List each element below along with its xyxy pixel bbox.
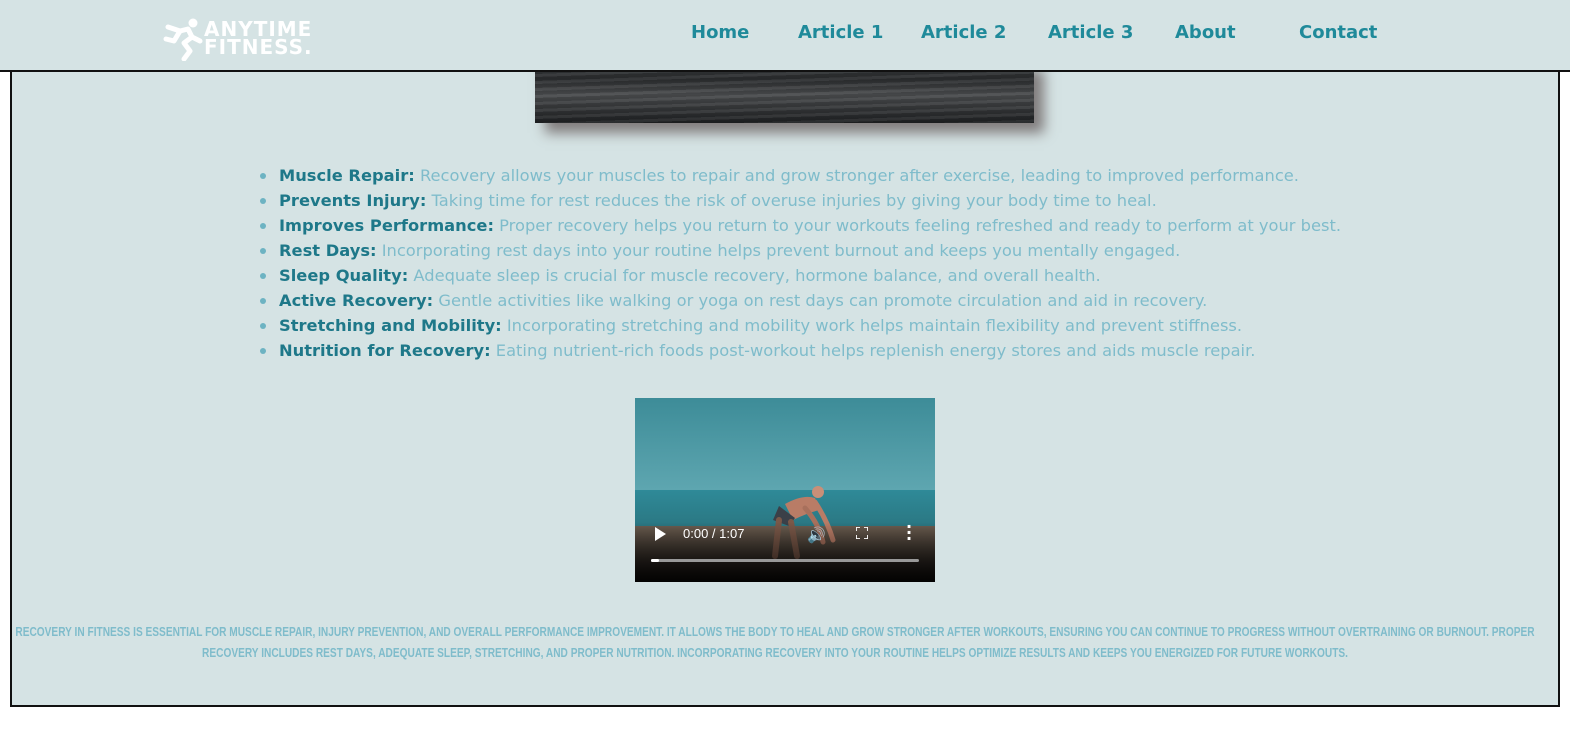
list-item-text: Incorporating rest days into your routin… bbox=[376, 241, 1181, 260]
list-item-text: Gentle activities like walking or yoga o… bbox=[433, 291, 1208, 310]
list-item-title: Sleep Quality: bbox=[279, 266, 409, 285]
video-progress-fill bbox=[651, 559, 660, 562]
more-options-icon[interactable]: · · · bbox=[906, 519, 912, 547]
list-item-text: Eating nutrient-rich foods post-workout … bbox=[490, 341, 1256, 360]
list-item-title: Rest Days: bbox=[279, 241, 377, 260]
list-item: Stretching and Mobility: Incorporating s… bbox=[255, 313, 1355, 338]
list-item-text: Adequate sleep is crucial for muscle rec… bbox=[408, 266, 1101, 285]
play-icon[interactable] bbox=[655, 527, 666, 541]
nav-home[interactable]: Home bbox=[691, 22, 749, 43]
nav-article-2[interactable]: Article 2 bbox=[921, 22, 1006, 43]
main-nav: Home Article 1 Article 2 Article 3 About… bbox=[0, 22, 1570, 46]
list-item-text: Recovery allows your muscles to repair a… bbox=[414, 166, 1299, 185]
list-item: Prevents Injury: Taking time for rest re… bbox=[255, 188, 1355, 213]
fullscreen-icon[interactable] bbox=[856, 527, 868, 539]
recovery-benefits-list: Muscle Repair: Recovery allows your musc… bbox=[255, 163, 1355, 363]
content-frame bbox=[10, 60, 1560, 707]
video-time: 0:00 / 1:07 bbox=[683, 526, 745, 541]
list-item-text: Taking time for rest reduces the risk of… bbox=[426, 191, 1157, 210]
nav-contact[interactable]: Contact bbox=[1299, 22, 1377, 43]
list-item-title: Prevents Injury: bbox=[279, 191, 427, 210]
list-item: Active Recovery: Gentle activities like … bbox=[255, 288, 1355, 313]
nav-article-1[interactable]: Article 1 bbox=[798, 22, 883, 43]
nav-article-3[interactable]: Article 3 bbox=[1048, 22, 1133, 43]
video-player[interactable]: 0:00 / 1:07 🔊 · · · bbox=[635, 398, 935, 582]
list-item: Nutrition for Recovery: Eating nutrient-… bbox=[255, 338, 1355, 363]
list-item-text: Proper recovery helps you return to your… bbox=[493, 216, 1342, 235]
recovery-summary: Recovery in fitness is essential for mus… bbox=[15, 624, 1535, 660]
list-item-title: Nutrition for Recovery: bbox=[279, 341, 491, 360]
list-item: Improves Performance: Proper recovery he… bbox=[255, 213, 1355, 238]
nav-about[interactable]: About bbox=[1175, 22, 1236, 43]
list-item-title: Active Recovery: bbox=[279, 291, 434, 310]
video-progress-bar[interactable] bbox=[651, 559, 919, 562]
list-item: Rest Days: Incorporating rest days into … bbox=[255, 238, 1355, 263]
volume-icon[interactable]: 🔊 bbox=[807, 526, 826, 544]
list-item: Sleep Quality: Adequate sleep is crucial… bbox=[255, 263, 1355, 288]
list-item-title: Stretching and Mobility: bbox=[279, 316, 502, 335]
list-item-title: Improves Performance: bbox=[279, 216, 494, 235]
site-header: ANYTIME FITNESS. Home Article 1 Article … bbox=[0, 0, 1570, 72]
list-item-text: Incorporating stretching and mobility wo… bbox=[501, 316, 1243, 335]
list-item: Muscle Repair: Recovery allows your musc… bbox=[255, 163, 1355, 188]
list-item-title: Muscle Repair: bbox=[279, 166, 415, 185]
